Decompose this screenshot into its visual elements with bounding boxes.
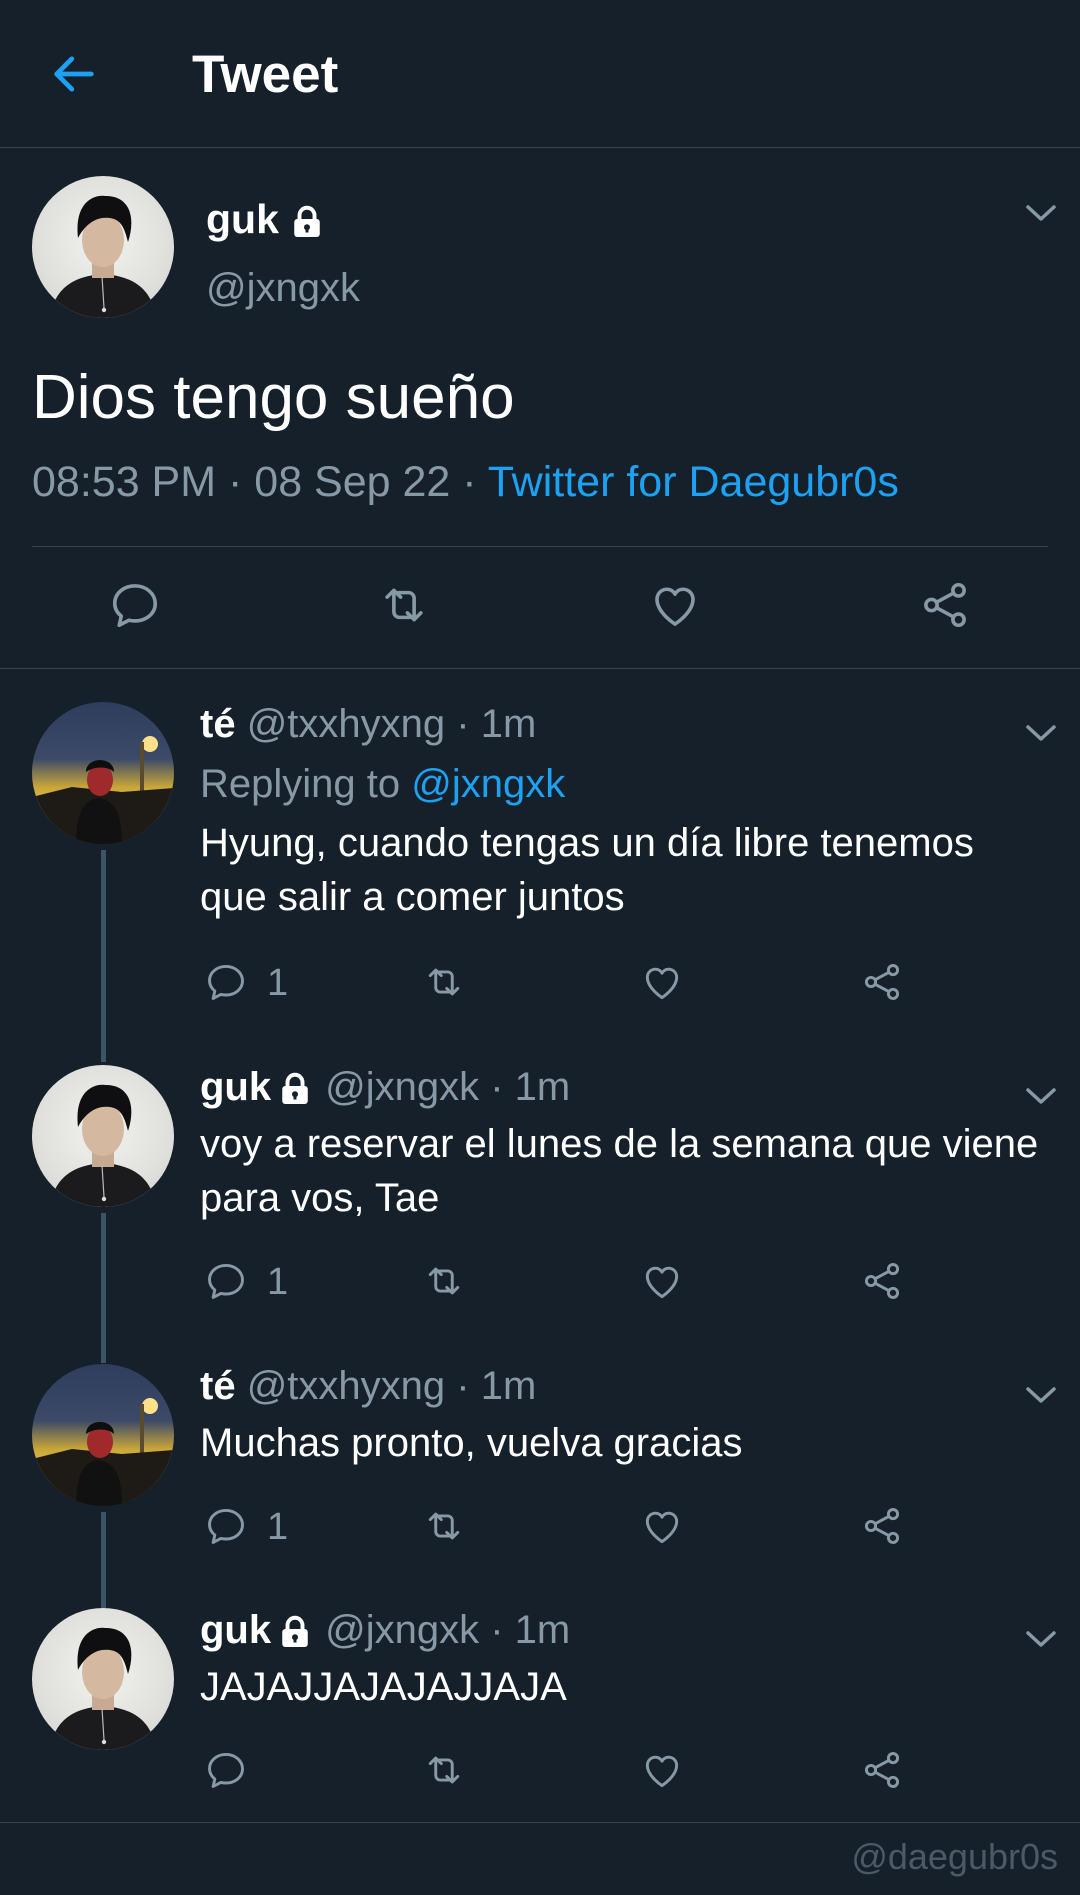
reply-author-name[interactable]: guk bbox=[200, 1065, 271, 1109]
reply-author-handle[interactable]: @jxngxk bbox=[325, 1608, 479, 1652]
share-icon[interactable] bbox=[860, 1748, 904, 1792]
reply-icon[interactable] bbox=[204, 1259, 248, 1303]
author-name-text: guk bbox=[206, 196, 279, 242]
reply-header: guk @jxngxk · 1m bbox=[200, 1608, 571, 1652]
watermark: @daegubr0s bbox=[851, 1836, 1058, 1877]
retweet-icon[interactable] bbox=[422, 1259, 466, 1303]
reply-count: 1 bbox=[267, 962, 289, 1004]
tweet-date: 08 Sep 22 bbox=[254, 458, 451, 506]
tweet-time: 08:53 PM bbox=[32, 458, 217, 506]
reply-time: 1m bbox=[480, 702, 537, 746]
author-handle[interactable]: @jxngxk bbox=[206, 266, 360, 311]
reply-author-name[interactable]: té bbox=[200, 702, 236, 746]
reply-text: Hyung, cuando tengas un día libre tenemo… bbox=[200, 821, 974, 919]
top-bar: Tweet bbox=[0, 0, 1080, 148]
tweet-source-link[interactable]: Twitter for Daegubr0s bbox=[488, 458, 899, 506]
replying-to: Replying to @jxngxk bbox=[200, 762, 565, 807]
reply-count: 1 bbox=[267, 1261, 289, 1303]
reply-time: 1m bbox=[480, 1364, 537, 1408]
lock-icon bbox=[289, 204, 325, 240]
like-icon[interactable] bbox=[640, 1748, 684, 1792]
reply-icon[interactable] bbox=[204, 960, 248, 1004]
reply-author-handle[interactable]: @txxhyxng bbox=[247, 1364, 445, 1408]
thread-line bbox=[101, 850, 106, 1062]
avatar[interactable] bbox=[32, 1608, 174, 1750]
tweet-meta: 08:53 PM · 08 Sep 22 · Twitter for Daegu… bbox=[32, 458, 899, 506]
like-icon[interactable] bbox=[640, 1259, 684, 1303]
like-icon[interactable] bbox=[640, 1504, 684, 1548]
reply-author-handle[interactable]: @txxhyxng bbox=[247, 702, 445, 746]
like-icon[interactable] bbox=[640, 960, 684, 1004]
reply-text: voy a reservar el lunes de la semana que… bbox=[200, 1122, 1039, 1220]
retweet-icon[interactable] bbox=[422, 1748, 466, 1792]
divider bbox=[0, 1822, 1080, 1823]
page-title: Tweet bbox=[192, 45, 339, 104]
reply-header: té @txxhyxng · 1m bbox=[200, 1364, 537, 1408]
thread-line bbox=[101, 1512, 106, 1608]
reply-header: guk @jxngxk · 1m bbox=[200, 1065, 571, 1109]
main-tweet: guk @jxngxk Dios tengo sueño 08:53 PM · … bbox=[0, 148, 1080, 669]
thread-line bbox=[101, 1213, 106, 1363]
chevron-down-icon[interactable] bbox=[1024, 722, 1058, 744]
replying-to-label: Replying to bbox=[200, 762, 412, 806]
reply-author-name[interactable]: guk bbox=[200, 1608, 271, 1652]
chevron-down-icon[interactable] bbox=[1024, 202, 1058, 224]
author-name[interactable]: guk bbox=[206, 196, 325, 243]
chevron-down-icon[interactable] bbox=[1024, 1628, 1058, 1650]
back-arrow-icon[interactable] bbox=[48, 48, 100, 100]
reply-time: 1m bbox=[514, 1608, 571, 1652]
avatar[interactable] bbox=[32, 176, 174, 318]
reply-author-name[interactable]: té bbox=[200, 1364, 236, 1408]
reply-icon[interactable] bbox=[204, 1748, 248, 1792]
share-icon[interactable] bbox=[860, 1504, 904, 1548]
retweet-icon[interactable] bbox=[422, 1504, 466, 1548]
retweet-icon[interactable] bbox=[377, 578, 431, 632]
reply-icon[interactable] bbox=[204, 1504, 248, 1548]
lock-icon bbox=[277, 1071, 313, 1107]
like-icon[interactable] bbox=[648, 578, 702, 632]
share-icon[interactable] bbox=[918, 578, 972, 632]
avatar[interactable] bbox=[32, 1364, 174, 1506]
reply-text: JAJAJJAJAJAJJAJA bbox=[200, 1665, 567, 1709]
tweet-text: Dios tengo sueño bbox=[32, 363, 515, 432]
divider bbox=[32, 546, 1048, 547]
reply-author-handle[interactable]: @jxngxk bbox=[325, 1065, 479, 1109]
reply-text: Muchas pronto, vuelva gracias bbox=[200, 1421, 743, 1465]
replying-to-link[interactable]: @jxngxk bbox=[411, 762, 565, 806]
share-icon[interactable] bbox=[860, 1259, 904, 1303]
chevron-down-icon[interactable] bbox=[1024, 1085, 1058, 1107]
share-icon[interactable] bbox=[860, 960, 904, 1004]
reply-icon[interactable] bbox=[108, 578, 162, 632]
reply-header: té @txxhyxng · 1m bbox=[200, 702, 537, 746]
retweet-icon[interactable] bbox=[422, 960, 466, 1004]
chevron-down-icon[interactable] bbox=[1024, 1384, 1058, 1406]
lock-icon bbox=[277, 1614, 313, 1650]
avatar[interactable] bbox=[32, 702, 174, 844]
avatar[interactable] bbox=[32, 1065, 174, 1207]
reply-time: 1m bbox=[514, 1065, 571, 1109]
reply-count: 1 bbox=[267, 1506, 289, 1548]
